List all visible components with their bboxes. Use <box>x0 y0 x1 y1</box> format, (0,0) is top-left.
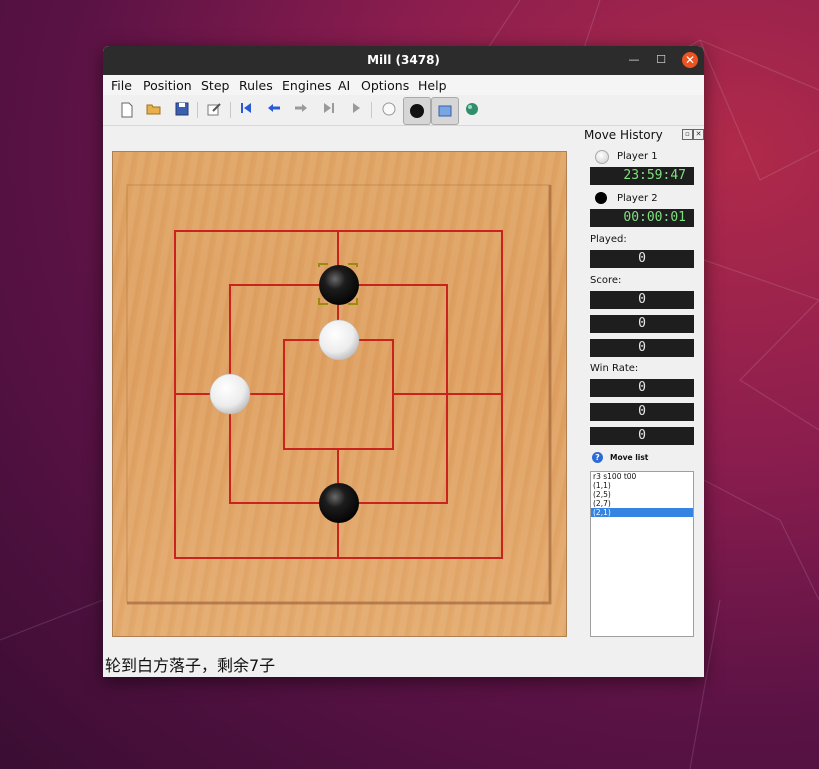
win-rate-value-2: 0 <box>590 403 694 421</box>
player1-timer: 23:59:47 <box>590 167 694 185</box>
score-value-1: 0 <box>590 291 694 309</box>
mill-window: Mill (3478) — ☐ ✕ File Position Step Rul… <box>103 46 704 677</box>
player2-label: Player 2 <box>617 193 658 204</box>
menu-file[interactable]: File <box>111 78 132 93</box>
maximize-icon[interactable]: ☐ <box>653 52 669 68</box>
white-piece-icon <box>595 150 609 164</box>
white-piece[interactable] <box>209 373 251 415</box>
win-rate-label: Win Rate: <box>590 363 639 374</box>
board-canvas[interactable] <box>113 152 566 636</box>
win-rate-value-1: 0 <box>590 379 694 397</box>
save-icon[interactable] <box>174 102 190 118</box>
move-list-item[interactable]: r3 s100 t00 <box>591 472 693 481</box>
globe-icon[interactable] <box>464 102 480 118</box>
engine-vs-engine-icon[interactable] <box>431 97 459 125</box>
white-piece[interactable] <box>318 319 360 361</box>
status-message: 轮到白方落子，剩余7子 <box>105 656 276 675</box>
move-list-item-selected[interactable]: (2,1) <box>591 508 693 517</box>
close-icon[interactable]: ✕ <box>682 52 698 68</box>
minimize-icon[interactable]: — <box>626 52 642 68</box>
played-label: Played: <box>590 234 627 245</box>
title-bar: Mill (3478) — ☐ ✕ <box>103 46 704 75</box>
move-history-title: Move History <box>584 128 663 142</box>
menu-engines[interactable]: Engines <box>282 78 331 93</box>
game-board[interactable] <box>112 151 567 637</box>
toolbar <box>103 95 704 126</box>
first-step-icon[interactable] <box>238 102 254 118</box>
white-player-icon[interactable] <box>381 102 397 118</box>
next-step-icon[interactable] <box>293 102 309 118</box>
score-label: Score: <box>590 275 622 286</box>
help-icon[interactable]: ? <box>592 452 603 463</box>
menu-ai[interactable]: AI <box>338 78 350 93</box>
play-icon[interactable] <box>348 102 364 118</box>
menu-step[interactable]: Step <box>201 78 229 93</box>
close-panel-icon[interactable]: ✕ <box>693 129 704 140</box>
move-list-label: Move list <box>610 453 649 462</box>
score-value-2: 0 <box>590 315 694 333</box>
played-value: 0 <box>590 250 694 268</box>
window-title: Mill (3478) <box>367 53 440 67</box>
win-rate-value-3: 0 <box>590 427 694 445</box>
black-piece-icon <box>595 192 607 204</box>
move-list[interactable]: r3 s100 t00 (1,1) (2,5) (2,7) (2,1) <box>590 471 694 637</box>
prev-step-icon[interactable] <box>266 102 282 118</box>
menu-rules[interactable]: Rules <box>239 78 273 93</box>
score-value-3: 0 <box>590 339 694 357</box>
new-icon[interactable] <box>119 102 135 118</box>
edit-icon[interactable] <box>206 102 222 118</box>
black-piece[interactable] <box>319 265 359 305</box>
move-list-item[interactable]: (2,5) <box>591 490 693 499</box>
menu-help[interactable]: Help <box>418 78 447 93</box>
move-history-panel: Move History ▫ ✕ Player 1 23:59:47 Playe… <box>582 125 704 655</box>
last-step-icon[interactable] <box>321 102 337 118</box>
menu-bar: File Position Step Rules Engines AI Opti… <box>103 75 704 95</box>
black-piece[interactable] <box>319 483 359 523</box>
black-player-icon[interactable] <box>403 97 431 125</box>
menu-options[interactable]: Options <box>361 78 409 93</box>
move-list-item[interactable]: (2,7) <box>591 499 693 508</box>
player2-timer: 00:00:01 <box>590 209 694 227</box>
float-panel-icon[interactable]: ▫ <box>682 129 693 140</box>
move-list-item[interactable]: (1,1) <box>591 481 693 490</box>
open-icon[interactable] <box>146 102 162 118</box>
player1-label: Player 1 <box>617 151 658 162</box>
menu-position[interactable]: Position <box>143 78 192 93</box>
